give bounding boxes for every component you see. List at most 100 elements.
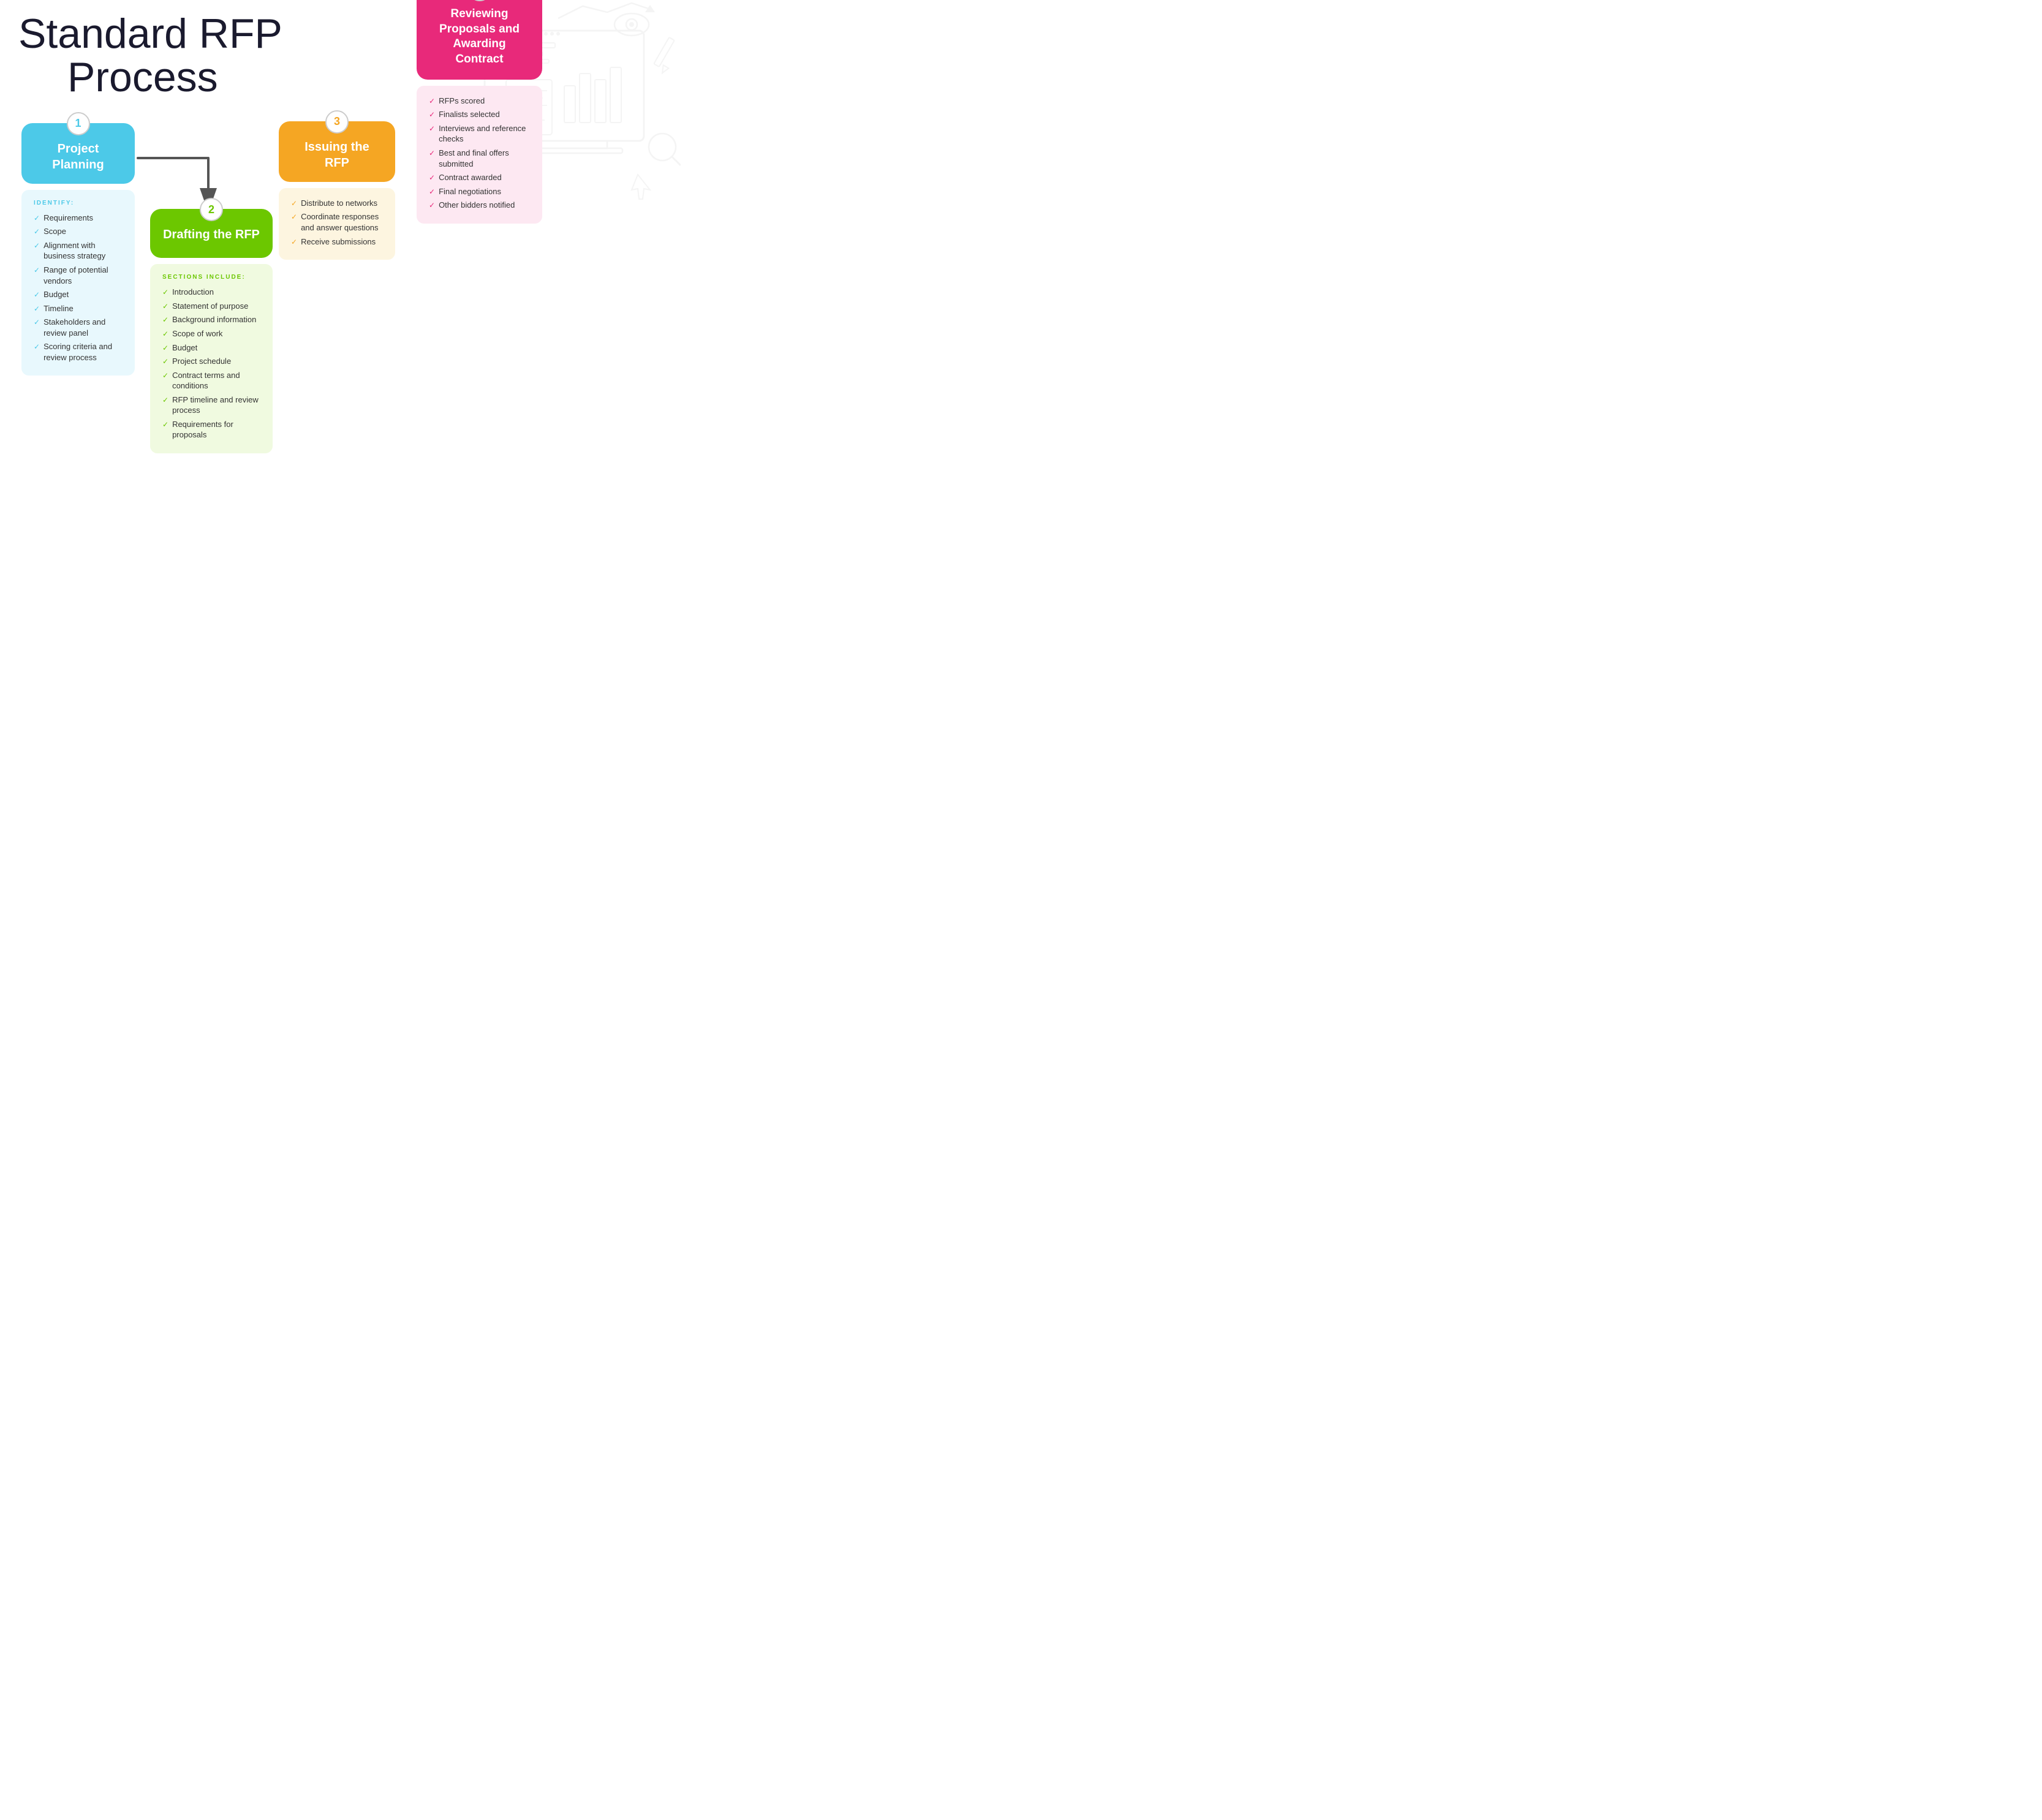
check-icon: ✓ bbox=[34, 342, 40, 352]
list-item: ✓ Contract awarded bbox=[429, 172, 530, 183]
check-icon: ✓ bbox=[162, 420, 168, 429]
step-2-row: 2 Drafting the RFP SECTIONS INCLUDE: ✓ In… bbox=[147, 198, 276, 453]
page-container: Standard RFP Process 1 bbox=[0, 0, 681, 606]
check-icon: ✓ bbox=[34, 213, 40, 223]
step-3-row: 3 Issuing the RFP ✓ Distribute to network… bbox=[276, 110, 398, 260]
list-item: ✓Budget bbox=[34, 289, 123, 300]
step-3-items: ✓ Distribute to networks ✓ Coordinate respo… bbox=[291, 198, 383, 247]
list-item: ✓ RFPs scored bbox=[429, 96, 530, 107]
item-text: Scope bbox=[43, 226, 66, 237]
item-text: Distribute to networks bbox=[301, 198, 377, 209]
step-1-items: ✓Requirements✓Scope✓Alignment with busin… bbox=[34, 213, 123, 363]
step-1-label: Project Planning bbox=[34, 141, 123, 173]
step-1-row: 1 Project Planning IDENTIFY: ✓Requiremen… bbox=[18, 112, 138, 376]
list-item: ✓RFP timeline and review process bbox=[162, 395, 260, 416]
list-item: ✓Scoring criteria and review process bbox=[34, 341, 123, 363]
step-4-items: ✓ RFPs scored ✓ Finalists selected ✓ Intervie… bbox=[429, 96, 530, 211]
title-line2: Process bbox=[18, 56, 662, 99]
check-icon: ✓ bbox=[162, 329, 168, 339]
step-2-label: Drafting the RFP bbox=[163, 227, 260, 243]
list-item: ✓Statement of purpose bbox=[162, 301, 260, 312]
list-item: ✓Contract terms and conditions bbox=[162, 370, 260, 391]
item-text: Finalists selected bbox=[439, 109, 500, 120]
item-text: Scope of work bbox=[172, 328, 222, 339]
check-icon: ✓ bbox=[34, 227, 40, 236]
check-icon: ✓ bbox=[34, 241, 40, 251]
check-icon: ✓ bbox=[162, 315, 168, 325]
item-text: Alignment with business strategy bbox=[43, 240, 123, 262]
check-icon: ✓ bbox=[429, 187, 435, 197]
item-text: Requirements for proposals bbox=[172, 419, 260, 440]
item-text: Timeline bbox=[43, 303, 74, 314]
check-icon: ✓ bbox=[162, 395, 168, 405]
check-icon: ✓ bbox=[34, 304, 40, 314]
list-item: ✓Receive submissions bbox=[291, 236, 383, 247]
item-text: Interviews and reference checks bbox=[439, 123, 530, 145]
item-text: Final negotiations bbox=[439, 186, 501, 197]
item-text: Other bidders notified bbox=[439, 200, 515, 211]
list-item: ✓Stakeholders and review panel bbox=[34, 317, 123, 338]
check-icon: ✓ bbox=[429, 110, 435, 119]
item-text: Coordinate responses and answer question… bbox=[301, 211, 383, 233]
title-line1: Standard RFP bbox=[18, 12, 662, 56]
step-4-list: ✓ RFPs scored ✓ Finalists selected ✓ Intervie… bbox=[417, 86, 542, 224]
item-text: Budget bbox=[43, 289, 69, 300]
check-icon: ✓ bbox=[162, 301, 168, 311]
check-icon: ✓ bbox=[162, 287, 168, 297]
check-icon: ✓ bbox=[34, 317, 40, 327]
step-2-heading: SECTIONS INCLUDE: bbox=[162, 274, 260, 281]
item-text: Stakeholders and review panel bbox=[43, 317, 123, 338]
step-3-number: 3 bbox=[325, 110, 349, 134]
list-item: ✓Scope bbox=[34, 226, 123, 237]
item-text: Requirements bbox=[43, 213, 93, 224]
step-1-number: 1 bbox=[67, 112, 90, 135]
item-text: Contract terms and conditions bbox=[172, 370, 260, 391]
list-item: ✓Range of potential vendors bbox=[34, 265, 123, 286]
check-icon: ✓ bbox=[291, 198, 297, 208]
list-item: ✓ Best and final offers submitted bbox=[429, 148, 530, 169]
check-icon: ✓ bbox=[429, 96, 435, 106]
list-item: ✓ Project schedule bbox=[162, 356, 260, 367]
check-icon: ✓ bbox=[429, 200, 435, 210]
check-icon: ✓ bbox=[291, 212, 297, 222]
list-item: ✓ Budget bbox=[162, 342, 260, 353]
step-1-list: IDENTIFY: ✓Requirements✓Scope✓Alignment … bbox=[21, 190, 135, 376]
list-item: ✓ Coordinate responses and answer questio… bbox=[291, 211, 383, 233]
list-item: ✓ Introduction bbox=[162, 287, 260, 298]
step-2-items: ✓Introduction✓Statement of purpose✓Backg… bbox=[162, 287, 260, 440]
check-icon: ✓ bbox=[34, 290, 40, 300]
list-item: ✓Timeline bbox=[34, 303, 123, 314]
list-item: ✓ Distribute to networks bbox=[291, 198, 383, 209]
step-3-box: 3 Issuing the RFP bbox=[279, 121, 395, 182]
step-2-list: SECTIONS INCLUDE: ✓ Introduction ✓Statemen… bbox=[150, 264, 273, 453]
item-text: Best and final offers submitted bbox=[439, 148, 530, 169]
list-item: ✓Requirements bbox=[34, 213, 123, 224]
step-4-box: 4 Reviewing Proposals and Awarding Contr… bbox=[417, 0, 542, 80]
step-2-number: 2 bbox=[200, 198, 223, 221]
item-text: Background information bbox=[172, 314, 256, 325]
item-text: Project schedule bbox=[172, 356, 231, 367]
list-item: ✓ Finalists selected bbox=[429, 109, 530, 120]
step-4-row: 4 Reviewing Proposals and Awarding Contr… bbox=[414, 0, 545, 224]
list-item: ✓ Interviews and reference checks bbox=[429, 123, 530, 145]
item-text: Budget bbox=[172, 342, 197, 353]
check-icon: ✓ bbox=[429, 148, 435, 158]
check-icon: ✓ bbox=[34, 265, 40, 275]
item-text: Scoring criteria and review process bbox=[43, 341, 123, 363]
check-icon: ✓ bbox=[429, 124, 435, 134]
flow-diagram: 1 Project Planning IDENTIFY: ✓Requiremen… bbox=[18, 112, 662, 224]
check-icon: ✓ bbox=[429, 173, 435, 183]
list-item: ✓ Requirements for proposals bbox=[162, 419, 260, 440]
item-text: RFPs scored bbox=[439, 96, 485, 107]
main-title: Standard RFP Process bbox=[18, 12, 662, 100]
list-item: ✓Alignment with business strategy bbox=[34, 240, 123, 262]
list-item: ✓ Final negotiations bbox=[429, 186, 530, 197]
item-text: Receive submissions bbox=[301, 236, 376, 247]
step-3-label: Issuing the RFP bbox=[291, 139, 383, 171]
list-item: ✓ Background information bbox=[162, 314, 260, 325]
check-icon: ✓ bbox=[162, 357, 168, 366]
item-text: Contract awarded bbox=[439, 172, 502, 183]
check-icon: ✓ bbox=[162, 343, 168, 353]
item-text: Introduction bbox=[172, 287, 214, 298]
step-4-number: 4 bbox=[468, 0, 491, 1]
